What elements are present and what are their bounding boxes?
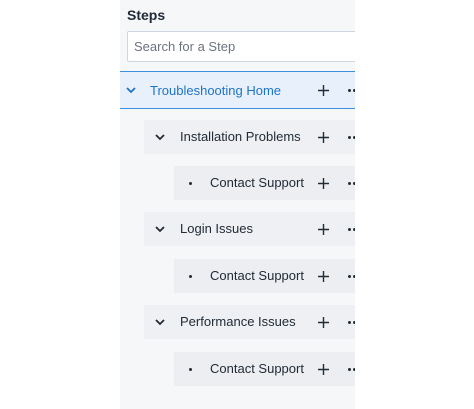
chevron-down-icon[interactable] xyxy=(123,82,139,98)
tree-item-label: Troubleshooting Home xyxy=(150,83,282,98)
bullet-icon xyxy=(182,361,198,377)
chevron-down-icon[interactable] xyxy=(152,221,168,237)
plus-icon[interactable] xyxy=(316,315,330,329)
panel-title: Steps xyxy=(127,7,166,23)
plus-icon[interactable] xyxy=(316,130,330,144)
more-options-icon[interactable] xyxy=(348,83,355,97)
tree-item-label: Contact Support xyxy=(210,361,304,376)
more-options-icon[interactable] xyxy=(348,176,355,190)
tree-item-performance-issues[interactable]: Performance Issues xyxy=(144,305,355,339)
tree-item-label: Login Issues xyxy=(180,221,253,236)
bullet-icon xyxy=(182,268,198,284)
tree-item-installation-problems[interactable]: Installation Problems xyxy=(144,120,355,154)
plus-icon[interactable] xyxy=(316,176,330,190)
chevron-down-icon[interactable] xyxy=(152,314,168,330)
more-options-icon[interactable] xyxy=(348,315,355,329)
tree-item-label: Contact Support xyxy=(210,175,304,190)
plus-icon[interactable] xyxy=(316,269,330,283)
search-input[interactable] xyxy=(127,31,355,62)
plus-icon[interactable] xyxy=(316,222,330,236)
chevron-down-icon[interactable] xyxy=(152,129,168,145)
more-options-icon[interactable] xyxy=(348,362,355,376)
tree-item-contact-support[interactable]: Contact Support xyxy=(174,259,355,293)
more-options-icon[interactable] xyxy=(348,130,355,144)
tree-item-troubleshooting-home[interactable]: Troubleshooting Home xyxy=(120,71,355,109)
bullet-icon xyxy=(182,175,198,191)
plus-icon[interactable] xyxy=(316,362,330,376)
tree-item-contact-support[interactable]: Contact Support xyxy=(174,166,355,200)
more-options-icon[interactable] xyxy=(348,222,355,236)
steps-panel: Steps Troubleshooting Home Installation … xyxy=(120,0,355,409)
more-options-icon[interactable] xyxy=(348,269,355,283)
tree-item-label: Contact Support xyxy=(210,268,304,283)
tree-item-label: Performance Issues xyxy=(180,314,296,329)
tree-item-label: Installation Problems xyxy=(180,129,301,144)
plus-icon[interactable] xyxy=(316,83,330,97)
tree-item-contact-support[interactable]: Contact Support xyxy=(174,352,355,386)
tree-item-login-issues[interactable]: Login Issues xyxy=(144,212,355,246)
